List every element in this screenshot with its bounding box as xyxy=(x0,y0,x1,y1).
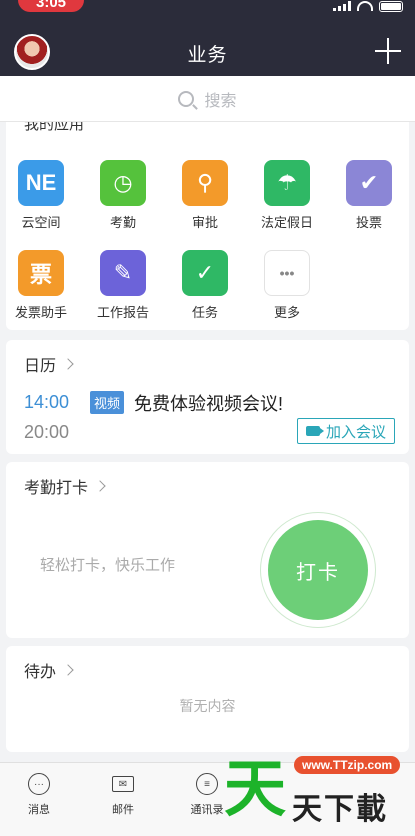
report-icon: ✎ xyxy=(100,250,146,296)
search-icon xyxy=(178,90,195,107)
message-icon: ··· xyxy=(28,773,50,795)
tab-label: 邮件 xyxy=(112,804,134,816)
status-icons xyxy=(333,0,403,12)
approval-icon: ⚲ xyxy=(182,160,228,206)
punch-hint: 轻松打卡，快乐工作 xyxy=(40,557,176,574)
invoice-icon: 票 xyxy=(18,250,64,296)
punch-ring: 打卡 xyxy=(260,512,376,628)
todo-empty-text: 暂无内容 xyxy=(179,698,236,714)
join-meeting-button[interactable]: 加入会议 xyxy=(296,418,395,444)
join-meeting-label: 加入会议 xyxy=(325,423,386,441)
search-input[interactable]: 搜索 xyxy=(0,76,415,122)
battery-icon xyxy=(379,0,403,12)
attendance-icon: ◷ xyxy=(100,160,146,206)
event-end-time: 20:00 xyxy=(24,422,70,442)
tab-label: 通讯录 xyxy=(190,804,224,816)
holiday-icon: ☂ xyxy=(264,160,310,206)
app-label: 云空间 xyxy=(21,215,61,230)
chevron-right-icon xyxy=(94,480,106,492)
wifi-icon xyxy=(357,1,373,11)
add-button[interactable] xyxy=(375,38,401,64)
app-label: 法定假日 xyxy=(260,215,313,230)
contacts-icon: ≡ xyxy=(196,773,218,795)
top-bar: 3:05 业务 xyxy=(0,0,415,76)
app-label: 更多 xyxy=(273,305,300,320)
event-title[interactable]: 免费体验视频会议! xyxy=(134,390,283,416)
mail-icon: ✉ xyxy=(112,776,134,792)
signal-icon xyxy=(333,1,351,11)
tab-messages[interactable]: ··· 消息 xyxy=(4,773,74,817)
app-cloud-space[interactable]: NE 云空间 xyxy=(6,160,81,231)
todo-header[interactable]: 待办 xyxy=(24,658,74,682)
event-start-time: 14:00 xyxy=(24,392,70,412)
task-icon: ✓ xyxy=(182,250,228,296)
punch-button[interactable]: 打卡 xyxy=(268,520,368,620)
status-time: 3:05 xyxy=(18,0,84,12)
app-report[interactable]: ✎ 工作报告 xyxy=(83,250,163,321)
app-label: 工作报告 xyxy=(96,305,149,320)
app-invoice[interactable]: 票发票助手 xyxy=(6,250,81,321)
calendar-header[interactable]: 日历 xyxy=(24,352,74,376)
app-attendance[interactable]: ◷ 考勤 xyxy=(83,160,163,231)
more-icon: ••• xyxy=(264,250,310,296)
bottom-tab-bar: ··· 消息 ✉ 邮件 ≡ 通讯录 xyxy=(0,762,415,836)
page-title: 业务 xyxy=(187,45,228,66)
punch-card: 考勤打卡 轻松打卡，快乐工作 打卡 xyxy=(6,462,409,638)
punch-title: 考勤打卡 xyxy=(24,480,89,497)
vote-icon: ✔ xyxy=(346,160,392,206)
tab-mail[interactable]: ✉ 邮件 xyxy=(88,773,158,817)
search-placeholder: 搜索 xyxy=(204,92,237,110)
app-label: 投票 xyxy=(355,215,382,230)
calendar-title: 日历 xyxy=(24,358,57,375)
tab-label: 消息 xyxy=(28,804,50,816)
my-apps-card: 我的应用 NE 云空间 ◷ 考勤 ⚲ 审批 ☂ 法定假日 ✔ 投票票发票助手 ✎ 工作报告 ✓ 任务 •••… xyxy=(6,122,409,330)
cloud-space-icon: NE xyxy=(18,160,64,206)
todo-title: 待办 xyxy=(24,664,57,681)
app-label: 任务 xyxy=(191,305,218,320)
my-apps-title: 我的应用 xyxy=(24,122,85,133)
app-holiday[interactable]: ☂ 法定假日 xyxy=(247,160,327,231)
app-approval[interactable]: ⚲ 审批 xyxy=(165,160,245,231)
punch-header[interactable]: 考勤打卡 xyxy=(24,474,106,498)
app-label: 审批 xyxy=(191,215,218,230)
todo-card: 待办 暂无内容 xyxy=(6,646,409,752)
tab-contacts[interactable]: ≡ 通讯录 xyxy=(172,773,242,817)
video-camera-icon xyxy=(305,426,324,436)
video-badge: 视频 xyxy=(90,391,125,414)
chevron-right-icon xyxy=(62,358,74,370)
app-label: 考勤 xyxy=(109,215,136,230)
app-task[interactable]: ✓ 任务 xyxy=(165,250,245,321)
app-vote[interactable]: ✔ 投票 xyxy=(329,160,409,231)
calendar-card: 日历 14:00 视频 免费体验视频会议! 20:00 加入会议 xyxy=(6,340,409,454)
chevron-right-icon xyxy=(62,664,74,676)
app-label: 发票助手 xyxy=(14,305,67,320)
app-more[interactable]: ••• 更多 xyxy=(247,250,327,321)
